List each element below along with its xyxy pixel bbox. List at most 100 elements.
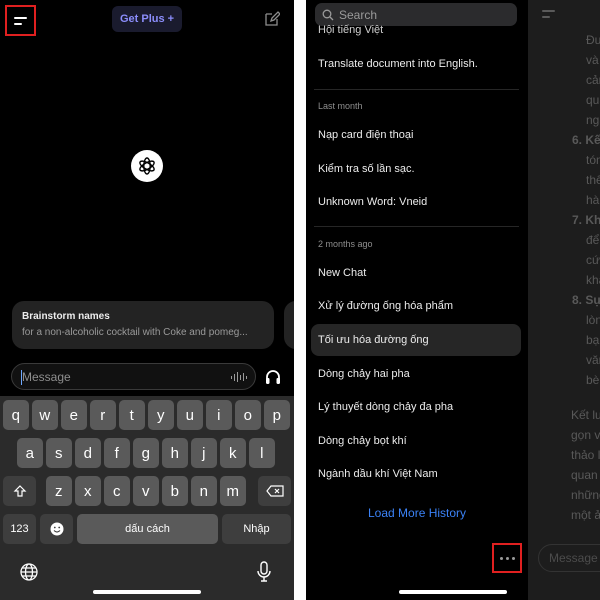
chat-text-line: Đưa <box>586 33 600 47</box>
chat-text-line: bè, c <box>586 373 600 387</box>
key-l[interactable]: l <box>249 438 275 468</box>
shift-icon <box>13 485 26 497</box>
chat-text-line: ngà <box>586 113 600 127</box>
key-q[interactable]: q <box>3 400 29 430</box>
chat-text-line: quan tr <box>571 468 600 482</box>
space-key[interactable]: dấu cách <box>77 514 218 544</box>
return-key[interactable]: Nhập <box>222 514 291 544</box>
more-options-button[interactable] <box>492 543 522 573</box>
key-r[interactable]: r <box>90 400 116 430</box>
key-z[interactable]: z <box>46 476 72 506</box>
menu-icon <box>14 16 27 19</box>
suggestion-subtitle: for a non-alcoholic cocktail with Coke a… <box>22 327 248 338</box>
history-item[interactable]: Hội tiếng Việt <box>318 24 383 36</box>
key-i[interactable]: i <box>206 400 232 430</box>
key-n[interactable]: n <box>191 476 217 506</box>
text-caret <box>21 370 22 385</box>
chat-text-line: những <box>571 488 600 502</box>
chat-text-line: để x <box>586 233 600 247</box>
chat-text-line: 6. Kết <box>572 133 600 147</box>
history-item[interactable]: Ngành dầu khí Việt Nam <box>318 468 438 480</box>
key-p[interactable]: p <box>264 400 290 430</box>
home-indicator <box>93 590 201 594</box>
key-c[interactable]: c <box>104 476 130 506</box>
key-a[interactable]: a <box>17 438 43 468</box>
globe-icon[interactable] <box>19 562 39 582</box>
plus-icon: + <box>167 13 175 25</box>
search-icon <box>322 9 334 20</box>
history-item[interactable]: Unknown Word: Vneid <box>318 196 427 208</box>
dimmed-chat-preview[interactable]: Đưa và g cản qua ngà 6. Kết tóm thể hài l 7. Khu đ… <box>528 0 600 600</box>
chat-text-line: hài l <box>586 193 600 207</box>
chat-text-line: thảo lu <box>571 448 600 462</box>
voice-waveform-icon[interactable] <box>230 372 247 382</box>
history-screen: Search Hội tiếng Việt Translate document… <box>306 0 600 600</box>
key-b[interactable]: b <box>162 476 188 506</box>
search-placeholder: Search <box>339 7 378 22</box>
key-e[interactable]: e <box>61 400 87 430</box>
key-x[interactable]: x <box>75 476 101 506</box>
chat-text-line: qua <box>586 93 600 107</box>
emoji-key[interactable] <box>40 514 73 544</box>
key-j[interactable]: j <box>191 438 217 468</box>
menu-button[interactable] <box>5 5 36 36</box>
key-u[interactable]: u <box>177 400 203 430</box>
headphones-icon[interactable] <box>264 368 282 386</box>
key-w[interactable]: w <box>32 400 58 430</box>
microphone-icon[interactable] <box>256 561 272 583</box>
home-indicator <box>399 590 507 594</box>
chat-text-line: thể <box>586 173 600 187</box>
suggestion-title: Brainstorm names <box>22 311 110 322</box>
shift-key[interactable] <box>3 476 36 506</box>
chat-text-line: 8. Sự ( <box>572 293 600 307</box>
search-input[interactable]: Search <box>315 3 517 26</box>
keyboard: qwertyuiop asdfghjkl zxcvbnm 123 dấu các… <box>0 396 294 600</box>
key-s[interactable]: s <box>46 438 72 468</box>
panel-divider <box>294 0 306 600</box>
backspace-icon <box>265 485 284 497</box>
key-f[interactable]: f <box>104 438 130 468</box>
key-h[interactable]: h <box>162 438 188 468</box>
history-item[interactable]: Dòng chảy hai pha <box>318 368 410 380</box>
chat-text-line: tóm <box>586 153 600 167</box>
backspace-key[interactable] <box>258 476 291 506</box>
key-g[interactable]: g <box>133 438 159 468</box>
key-y[interactable]: y <box>148 400 174 430</box>
history-sidebar: Search Hội tiếng Việt Translate document… <box>306 0 528 600</box>
get-plus-label: Get Plus <box>119 13 165 25</box>
chat-text-line: khá <box>586 273 600 287</box>
key-m[interactable]: m <box>220 476 246 506</box>
history-item[interactable]: Nạp card điện thoại <box>318 129 413 141</box>
history-item[interactable]: Dòng chảy bọt khí <box>318 435 407 447</box>
key-o[interactable]: o <box>235 400 261 430</box>
key-t[interactable]: t <box>119 400 145 430</box>
chat-text-line: Kết luậ <box>571 408 600 422</box>
section-header-2-months: 2 months ago <box>318 239 373 249</box>
key-d[interactable]: d <box>75 438 101 468</box>
numbers-key[interactable]: 123 <box>3 514 36 544</box>
history-item-selected[interactable]: Tối ưu hóa đường ống <box>318 334 429 346</box>
key-v[interactable]: v <box>133 476 159 506</box>
chat-text-line: lòng <box>586 313 600 327</box>
suggestion-card[interactable]: Brainstorm names for a non-alcoholic coc… <box>12 301 274 349</box>
history-item[interactable]: Translate document into English. <box>318 58 478 70</box>
new-chat-icon[interactable] <box>264 11 280 27</box>
chat-text-line: bạn <box>586 333 600 347</box>
load-more-history-link[interactable]: Load More History <box>368 506 466 520</box>
menu-icon <box>542 10 555 18</box>
suggestion-card-next[interactable] <box>284 301 294 349</box>
chat-text-line: một ản <box>571 508 600 522</box>
chat-text-line: và g <box>586 53 600 67</box>
history-item[interactable]: New Chat <box>318 267 366 279</box>
chat-text-line: văn, <box>586 353 600 367</box>
chat-text-line: cản <box>586 73 600 87</box>
history-item[interactable]: Xử lý đường ống hóa phẩm <box>318 300 453 312</box>
message-input[interactable]: Message <box>11 363 256 390</box>
more-dots-icon <box>499 556 503 560</box>
get-plus-button[interactable]: Get Plus + <box>112 6 182 32</box>
key-k[interactable]: k <box>220 438 246 468</box>
history-item[interactable]: Lý thuyết dòng chảy đa pha <box>318 401 453 413</box>
history-item[interactable]: Kiểm tra số lần sạc. <box>318 163 415 175</box>
section-divider <box>314 226 519 227</box>
chat-screen: Get Plus + Brainstorm names for a non-al… <box>0 0 294 600</box>
